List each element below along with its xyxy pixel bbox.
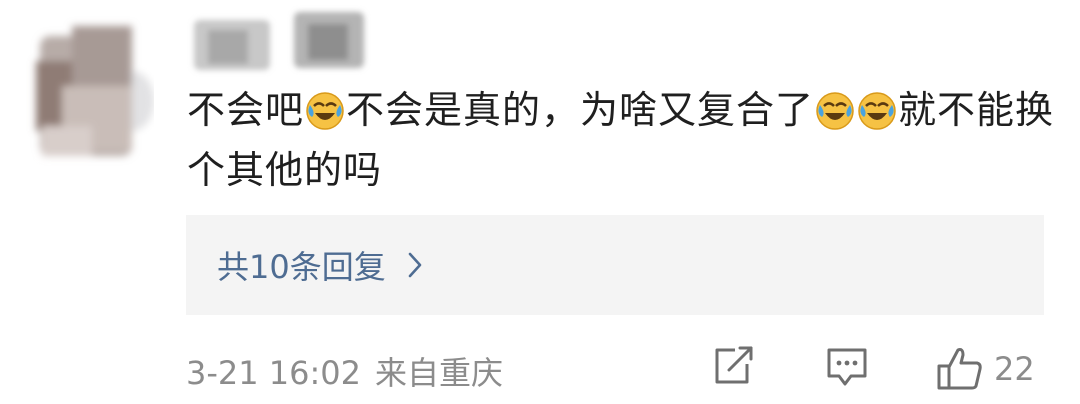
like-count: 22: [994, 350, 1035, 388]
timestamp: 3-21 16:02: [186, 354, 362, 392]
like-button[interactable]: 22: [936, 346, 1035, 392]
thumbs-up-icon: [937, 348, 982, 390]
laugh-cry-emoji-icon: [816, 92, 854, 130]
replies-panel: 共10条回复: [186, 215, 1044, 315]
comment-icon: [827, 348, 867, 386]
replies-count-label: 共10条回复: [217, 248, 386, 286]
laugh-cry-emoji-icon: [306, 92, 344, 130]
comment-text: 不会吧 不会是真的，为啥又复合了 就不能换个其他的吗: [187, 80, 1057, 200]
laugh-cry-emoji-icon: [858, 92, 896, 130]
comment-text-part: 不会吧: [187, 88, 305, 132]
view-replies-link[interactable]: 共10条回复: [217, 243, 422, 287]
comment-text-part: 不会是真的，为啥又复合了: [346, 88, 815, 132]
comment-meta: 3-21 16:02 来自重庆: [186, 348, 503, 394]
reply-button[interactable]: [825, 346, 869, 390]
avatar[interactable]: [22, 16, 154, 166]
share-button[interactable]: [711, 346, 755, 386]
share-icon: [715, 346, 753, 384]
comment-footer: 3-21 16:02 来自重庆 22: [0, 340, 1080, 400]
location: 来自重庆: [375, 354, 504, 392]
chevron-right-icon: [408, 252, 422, 278]
username[interactable]: [186, 2, 376, 80]
